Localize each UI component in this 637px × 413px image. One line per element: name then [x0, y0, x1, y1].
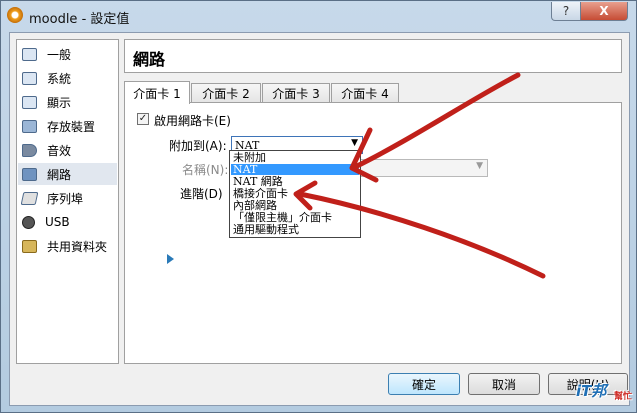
watermark-text: iT邦 [576, 382, 607, 400]
expand-arrow-icon[interactable] [167, 254, 174, 264]
sidebar-item-display[interactable]: 顯示 [18, 91, 117, 113]
serial-port-icon [20, 191, 39, 205]
ithome-watermark-logo: iT邦 幫忙 [576, 380, 632, 408]
chevron-down-icon: ▼ [351, 138, 358, 148]
chevron-down-icon: ▼ [476, 161, 483, 171]
dropdown-option[interactable]: NAT 網路 [231, 176, 359, 187]
sidebar-item-label: 網路 [47, 167, 72, 182]
ok-button[interactable]: 確定 [388, 373, 460, 395]
sidebar-item-serial-port[interactable]: 序列埠 [18, 187, 117, 209]
display-icon [22, 95, 37, 109]
sidebar-item-label: USB [45, 215, 70, 229]
dropdown-option[interactable]: 通用驅動程式 [231, 224, 359, 235]
advanced-toggle-label[interactable]: 進階(D) [180, 185, 223, 202]
attached-to-label: 附加到(A): [169, 139, 227, 153]
sidebar-item-label: 存放裝置 [47, 119, 96, 134]
shared-folder-icon [22, 239, 37, 253]
system-icon [22, 71, 37, 85]
sidebar-item-general[interactable]: 一般 [18, 43, 117, 65]
watermark-subtext: 幫忙 [614, 392, 633, 402]
dropdown-option[interactable]: 內部網路 [231, 200, 359, 211]
window-title: moodle - 設定值 [29, 12, 130, 27]
sidebar-item-label: 音效 [47, 143, 72, 158]
title-bar[interactable]: moodle - 設定值 ? X [1, 1, 636, 31]
sidebar-item-network[interactable]: 網路 [18, 163, 117, 185]
close-window-button[interactable]: X [580, 2, 628, 21]
usb-icon [22, 215, 35, 229]
sidebar-item-audio[interactable]: 音效 [18, 139, 117, 161]
tab-adapter-4[interactable]: 介面卡 4 [331, 83, 399, 103]
sidebar-item-system[interactable]: 系統 [18, 67, 117, 89]
general-icon [22, 47, 37, 61]
tab-adapter-3[interactable]: 介面卡 3 [262, 83, 330, 103]
tab-adapter-2[interactable]: 介面卡 2 [191, 83, 261, 103]
dropdown-option-selected[interactable]: NAT [231, 164, 359, 175]
page-title-box: 網路 [124, 39, 622, 73]
sidebar-item-label: 一般 [47, 47, 72, 62]
sidebar-item-label: 共用資料夾 [47, 239, 108, 254]
enable-adapter-label: 啟用網路卡(E) [154, 114, 231, 128]
attached-to-dropdown-list: 未附加 NAT NAT 網路 橋接介面卡 內部網路 「僅限主機」介面卡 通用驅動… [229, 150, 361, 238]
dropdown-option[interactable]: 「僅限主機」介面卡 [231, 212, 359, 223]
sidebar-item-label: 序列埠 [47, 191, 84, 206]
network-icon [22, 167, 37, 181]
adapter-name-label: 名稱(N): [182, 163, 229, 177]
adapter-panel: ✓ 啟用網路卡(E) 附加到(A): NAT ▼ 名稱(N): 進階(D) [124, 102, 622, 364]
enable-adapter-checkbox[interactable]: ✓ [137, 113, 149, 125]
sidebar-item-shared-folders[interactable]: 共用資料夾 [18, 235, 117, 257]
dropdown-option[interactable]: 橋接介面卡 [231, 188, 359, 199]
audio-icon [22, 143, 37, 157]
storage-icon [22, 119, 37, 133]
cancel-button[interactable]: 取消 [468, 373, 540, 395]
sidebar-item-storage[interactable]: 存放裝置 [18, 115, 117, 137]
tab-adapter-1[interactable]: 介面卡 1 [124, 81, 190, 104]
help-window-button[interactable]: ? [551, 2, 581, 21]
sidebar-item-usb[interactable]: USB [18, 211, 117, 233]
sidebar-item-label: 顯示 [47, 95, 72, 110]
page-title: 網路 [133, 50, 166, 69]
settings-sidebar: 一般 系統 顯示 存放裝置 音效 網路 序列埠 USB 共用資料夾 [16, 39, 119, 364]
virtualbox-icon [7, 7, 23, 23]
dropdown-option[interactable]: 未附加 [231, 152, 359, 163]
sidebar-item-label: 系統 [47, 71, 72, 86]
